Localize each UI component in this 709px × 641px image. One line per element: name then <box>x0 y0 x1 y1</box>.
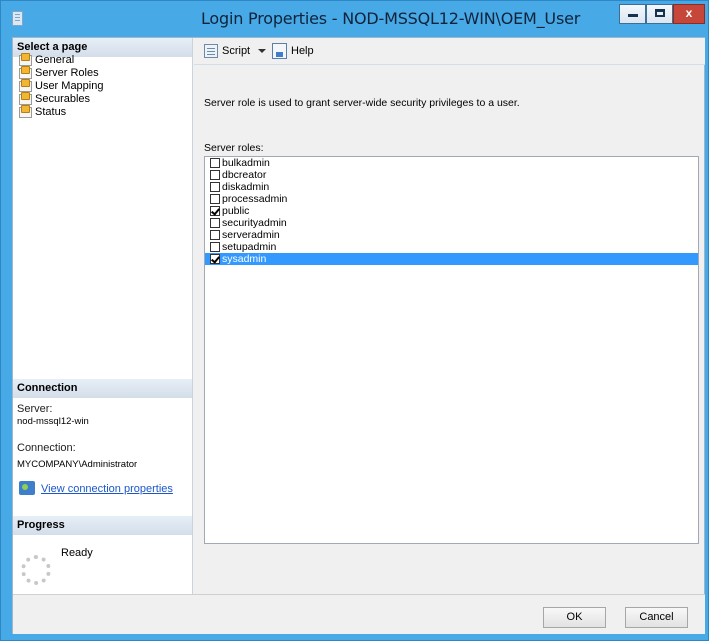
role-label: processadmin <box>222 193 288 205</box>
role-label: dbcreator <box>222 169 267 181</box>
ok-button[interactable]: OK <box>543 607 606 628</box>
maximize-button[interactable] <box>646 4 673 24</box>
sidebar-item-securables[interactable]: Securables <box>19 92 103 106</box>
login-properties-window: Login Properties - NOD-MSSQL12-WIN\OEM_U… <box>0 0 709 641</box>
connection-properties-icon <box>19 481 35 495</box>
role-label: setupadmin <box>222 241 277 253</box>
chevron-down-icon[interactable] <box>258 49 266 53</box>
page-list: General Server Roles User Mapping Secura… <box>19 53 104 119</box>
role-row-processadmin[interactable]: processadmin <box>205 193 698 205</box>
role-checkbox[interactable] <box>210 254 220 264</box>
toolbar: Script Help <box>194 38 705 65</box>
title-bar[interactable]: Login Properties - NOD-MSSQL12-WIN\OEM_U… <box>1 1 708 37</box>
role-checkbox[interactable] <box>210 194 220 204</box>
dialog-client-area: Select a page General Server Roles User … <box>12 37 705 634</box>
role-row-diskadmin[interactable]: diskadmin <box>205 181 698 193</box>
page-icon <box>19 105 32 118</box>
server-roles-list[interactable]: bulkadmin dbcreator diskadmin processadmin p… <box>204 156 699 544</box>
script-icon <box>204 44 218 58</box>
server-value: nod-mssql12-win <box>17 416 89 427</box>
role-label: public <box>222 205 250 217</box>
server-label: Server: <box>17 403 53 415</box>
role-row-dbcreator[interactable]: dbcreator <box>205 169 698 181</box>
connection-value: MYCOMPANY\Administrator <box>17 459 138 470</box>
close-icon: x <box>685 6 693 20</box>
page-icon <box>19 66 32 79</box>
minimize-button[interactable] <box>619 4 646 24</box>
role-checkbox[interactable] <box>210 230 220 240</box>
help-icon <box>272 43 287 59</box>
sidebar-item-status[interactable]: Status <box>19 105 103 119</box>
sidebar-item-label: User Mapping <box>35 80 104 92</box>
role-checkbox[interactable] <box>210 218 220 228</box>
role-label: sysadmin <box>222 253 267 265</box>
role-label: serveradmin <box>222 229 280 241</box>
sidebar-item-label: Server Roles <box>35 67 99 79</box>
server-roles-label: Server roles: <box>204 142 264 154</box>
progress-status: Ready <box>61 547 93 559</box>
page-icon <box>19 92 32 105</box>
role-label: securityadmin <box>222 217 287 229</box>
sidebar-item-user-mapping[interactable]: User Mapping <box>19 79 104 93</box>
window-title: Login Properties - NOD-MSSQL12-WIN\OEM_U… <box>201 9 581 28</box>
connection-header: Connection <box>13 379 192 398</box>
sidebar-item-general[interactable]: General <box>19 53 103 67</box>
button-bar: OK Cancel <box>13 594 705 634</box>
sidebar-item-label: Securables <box>35 93 91 105</box>
role-checkbox[interactable] <box>210 242 220 252</box>
page-description: Server role is used to grant server-wide… <box>204 97 520 109</box>
role-label: bulkadmin <box>222 157 270 169</box>
role-row-public[interactable]: public <box>205 205 698 217</box>
page-icon <box>19 53 32 66</box>
sidebar-item-label: General <box>35 54 75 66</box>
role-checkbox[interactable] <box>210 182 220 192</box>
view-connection-properties-link[interactable]: View connection properties <box>41 483 173 495</box>
progress-spinner-icon <box>21 555 51 585</box>
sidebar-item-server-roles[interactable]: Server Roles <box>19 66 103 80</box>
page-icon <box>19 79 32 92</box>
progress-header: Progress <box>13 516 192 535</box>
app-icon <box>12 11 23 26</box>
role-row-setupadmin[interactable]: setupadmin <box>205 241 698 253</box>
role-row-securityadmin[interactable]: securityadmin <box>205 217 698 229</box>
role-label: diskadmin <box>222 181 270 193</box>
role-checkbox[interactable] <box>210 206 220 216</box>
script-button[interactable]: Script <box>222 44 250 59</box>
role-row-bulkadmin[interactable]: bulkadmin <box>205 157 698 169</box>
connection-label: Connection: <box>17 442 76 454</box>
cancel-button[interactable]: Cancel <box>625 607 688 628</box>
maximize-icon <box>654 9 665 17</box>
role-checkbox[interactable] <box>210 158 220 168</box>
role-checkbox[interactable] <box>210 170 220 180</box>
minimize-icon <box>627 14 638 17</box>
left-pane: Select a page General Server Roles User … <box>13 38 193 594</box>
role-row-sysadmin[interactable]: sysadmin <box>205 253 698 265</box>
close-button[interactable]: x <box>673 4 705 24</box>
help-button[interactable]: Help <box>291 44 314 59</box>
role-row-serveradmin[interactable]: serveradmin <box>205 229 698 241</box>
sidebar-item-label: Status <box>35 106 67 118</box>
